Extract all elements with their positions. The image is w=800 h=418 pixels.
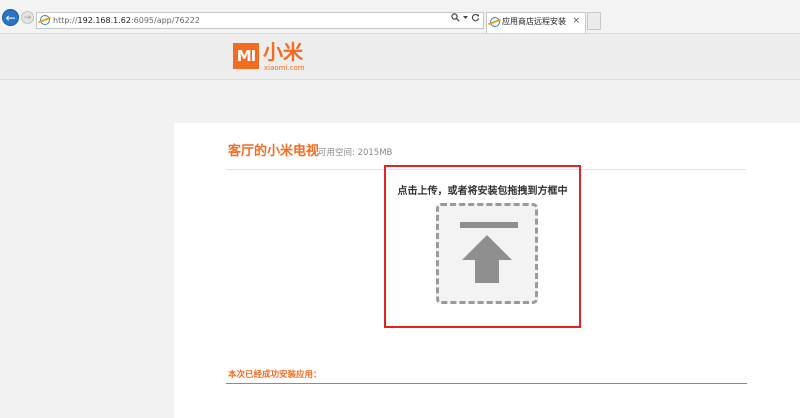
address-bar[interactable]: http://192.168.1.62:6095/app/76222 — [36, 12, 484, 29]
url-scheme: http:// — [53, 16, 78, 25]
url-host: 192.168.1.62 — [77, 16, 131, 25]
upload-drop-zone[interactable] — [436, 203, 538, 304]
available-space: 可用空间: 2015MB — [318, 148, 393, 158]
device-title: 客厅的小米电视 — [228, 144, 320, 159]
forward-button[interactable]: → — [21, 11, 34, 24]
site-header: MI 小米 xiaomi.com — [0, 34, 800, 80]
ie-page-icon — [40, 15, 50, 25]
back-button[interactable]: ← — [2, 9, 19, 26]
search-icon[interactable] — [451, 13, 460, 22]
installed-divider — [226, 383, 747, 384]
url-path: :6095/app/76222 — [130, 16, 200, 25]
browser-toolbar: ← → http://192.168.1.62:6095/app/76222 应… — [0, 0, 800, 34]
upload-arrow-icon — [460, 222, 518, 283]
ie-tab-icon — [490, 17, 500, 27]
install-card: 客厅的小米电视 可用空间: 2015MB 点击上传，或者将安装包拖拽到方框中 本… — [174, 123, 800, 418]
refresh-icon[interactable] — [471, 13, 480, 22]
upload-hint: 点击上传，或者将安装包拖拽到方框中 — [397, 186, 568, 197]
tab-close-icon[interactable]: × — [572, 15, 580, 27]
url-text[interactable]: http://192.168.1.62:6095/app/76222 — [53, 14, 200, 27]
browser-tab[interactable]: 应用商店远程安装 × — [486, 12, 586, 33]
mi-logo[interactable]: MI — [233, 43, 259, 69]
tab-title: 应用商店远程安装 — [502, 17, 566, 26]
installed-apps-label: 本次已经成功安装应用： — [228, 370, 322, 380]
brand-name: 小米 — [263, 40, 303, 64]
upload-highlight-frame: 点击上传，或者将安装包拖拽到方框中 — [384, 165, 581, 328]
new-tab-button[interactable] — [587, 12, 601, 30]
forward-arrow-icon: → — [23, 13, 32, 23]
address-actions — [451, 13, 480, 22]
back-arrow-icon: ← — [5, 11, 16, 25]
brand-domain: xiaomi.com — [264, 64, 305, 72]
dropdown-arrow-icon[interactable] — [463, 13, 468, 22]
